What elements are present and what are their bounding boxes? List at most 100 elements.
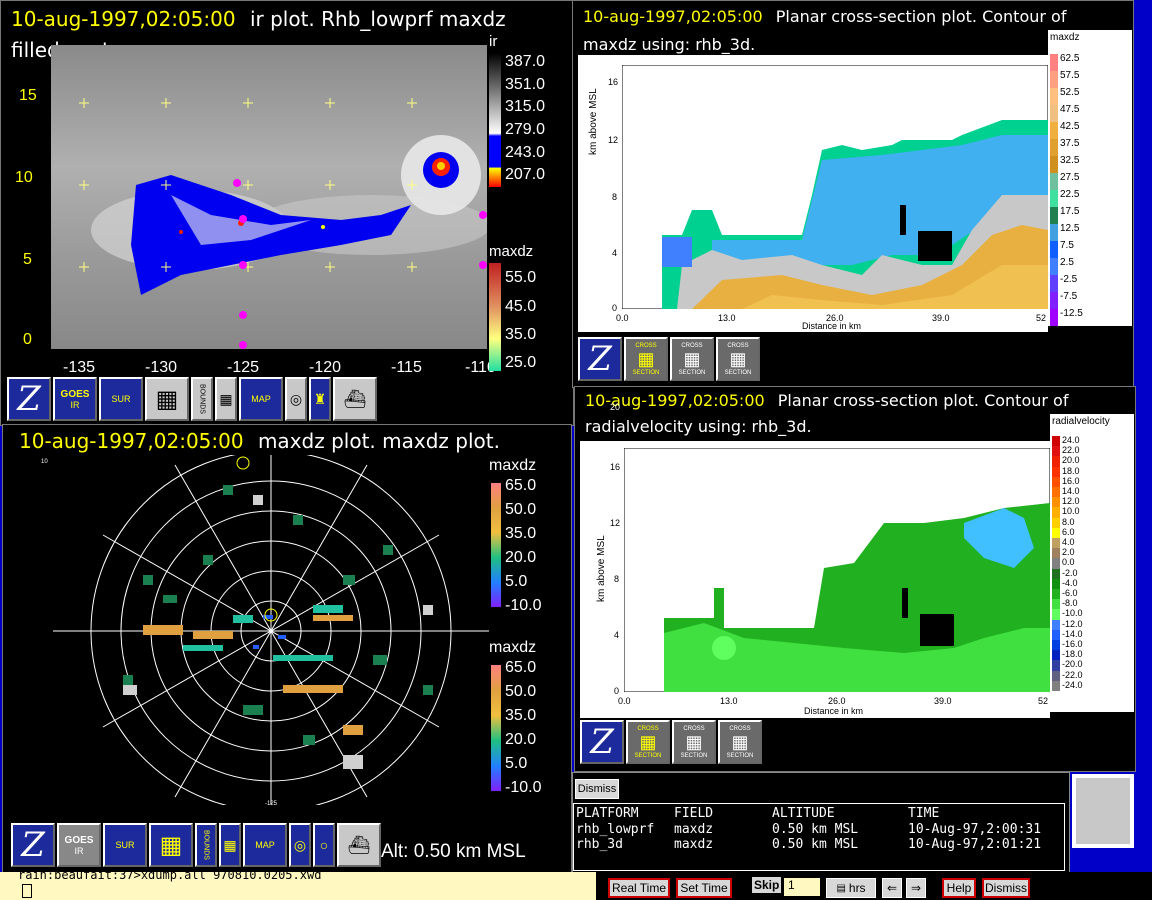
zeb-logo-button[interactable]: Z xyxy=(578,337,622,381)
legend-value: 0.0 xyxy=(1062,557,1075,568)
circle-button[interactable]: ○ xyxy=(313,823,335,867)
station-icon: ♜ xyxy=(313,390,327,407)
small-grid-icon: ▦ xyxy=(223,836,237,853)
map-button[interactable]: MAP xyxy=(239,377,283,421)
cross-section-button[interactable]: CROSS ▦ SECTION xyxy=(718,720,762,764)
cross-section-button[interactable]: CROSS ▦ SECTION xyxy=(670,337,714,381)
maxdz-title: 10-aug-1997,02:05:00 maxdz plot. maxdz p… xyxy=(19,429,500,453)
grid-button[interactable]: ▦ xyxy=(219,823,241,867)
legend-swatch xyxy=(1052,507,1060,518)
help-button[interactable]: Help xyxy=(942,878,976,898)
maxdz-legend-value: 50.0 xyxy=(505,501,537,518)
radar-rings-button[interactable]: ◎ xyxy=(285,377,307,421)
station-button[interactable]: ♜ xyxy=(309,377,331,421)
maxdz-radar-plot[interactable] xyxy=(43,455,493,805)
legend-swatch xyxy=(1050,88,1058,105)
goes-ir-button[interactable]: GOES IR xyxy=(57,823,101,867)
hrs-button[interactable]: ▤ hrs xyxy=(826,878,876,898)
legend-value: -10.0 xyxy=(1062,608,1083,619)
legend-swatch xyxy=(1050,292,1058,309)
bounds-button[interactable]: BOUNDS xyxy=(191,377,213,421)
maxdz-title-rest: maxdz plot. maxdz plot. xyxy=(257,429,500,453)
cube-icon: ▦ xyxy=(729,348,747,369)
maxdz-legend-value: 65.0 xyxy=(505,477,537,494)
zeb-logo-button[interactable]: Z xyxy=(580,720,624,764)
header-time: TIME xyxy=(908,806,940,821)
ir-legend-value: 315.0 xyxy=(505,98,546,115)
sur-label: SUR xyxy=(115,840,135,850)
section-label: SECTION xyxy=(632,369,660,376)
step-back-button[interactable]: ⇐ xyxy=(882,878,902,898)
real-time-button[interactable]: Real Time xyxy=(608,878,670,898)
maxdz-title-date: 10-aug-1997,02:05:00 xyxy=(19,429,244,453)
maxdz-legend1-title: maxdz xyxy=(489,457,537,474)
surface-button[interactable]: SUR xyxy=(99,377,143,421)
xsec1-legend: maxdz 62.5 57.5 52.5 47.5 42.5 37.5 32.5 27.5 22… xyxy=(1048,30,1132,326)
maxdz-legend1-colorbar xyxy=(491,483,501,607)
cross-section-button[interactable]: CROSS ▦ SECTION xyxy=(716,337,760,381)
legend-swatch xyxy=(1052,578,1060,589)
legend-value: -20.0 xyxy=(1062,659,1083,670)
legend-value: 7.5 xyxy=(1060,240,1074,251)
legend-value: -2.5 xyxy=(1060,274,1078,285)
section-label: SECTION xyxy=(724,369,752,376)
xsec1-title-rest: Planar cross-section plot. Contour of xyxy=(775,7,1067,26)
ship-button[interactable]: ⛴ xyxy=(333,377,377,421)
step-forward-button[interactable]: ⇒ xyxy=(906,878,926,898)
goes-ir-button[interactable]: GOES IR xyxy=(53,377,97,421)
legend-value: 37.5 xyxy=(1060,138,1080,149)
xsec2-plot-area: 20 km above MSL 16 12 8 4 0 0.0 13.0 26.… xyxy=(580,402,1050,718)
skip-value-input[interactable]: 1 xyxy=(784,878,820,896)
xsec1-contour-plot[interactable] xyxy=(622,65,1048,309)
legend-swatch xyxy=(1050,139,1058,156)
legend-value: -6.0 xyxy=(1062,588,1078,598)
xsec1-ytick: 12 xyxy=(608,135,619,145)
header-field: FIELD xyxy=(674,806,714,821)
xsec1-title-line2: maxdz using: rhb_3d. xyxy=(583,35,756,54)
legend-swatch xyxy=(1050,224,1058,241)
map-button[interactable]: MAP xyxy=(243,823,287,867)
ship-button[interactable]: ⛴ xyxy=(337,823,381,867)
maxdz-toolbar: Z GOES IR SUR ▦ BOUNDS ▦ MAP ◎ ○ ⛴ xyxy=(11,823,381,867)
xsec2-title-rest: Planar cross-section plot. Contour of xyxy=(777,391,1069,410)
row-altitude: 0.50 km MSL xyxy=(772,837,859,852)
map-label: MAP xyxy=(251,394,271,404)
maxdz-legend-value: 20.0 xyxy=(505,731,537,748)
maxdz-legend-value: 50.0 xyxy=(505,683,537,700)
info-panel: Dismiss PLATFORM FIELD ALTITUDE TIME rhb… xyxy=(572,772,1070,874)
bounds-button[interactable]: BOUNDS xyxy=(195,823,217,867)
cross-section-button-active[interactable]: CROSS ▦ SECTION xyxy=(626,720,670,764)
zeb-logo-button[interactable]: Z xyxy=(7,377,51,421)
z-logo-icon: Z xyxy=(588,339,612,379)
z-logo-icon: Z xyxy=(590,722,614,762)
ir-satellite-image[interactable] xyxy=(51,45,487,349)
xsec2-xtick: 13.0 xyxy=(720,696,738,706)
cube-icon: ▦ xyxy=(731,731,749,752)
dismiss-info-button[interactable]: Dismiss xyxy=(575,779,619,799)
surface-button[interactable]: SUR xyxy=(103,823,147,867)
cross-section-button-active[interactable]: CROSS ▦ SECTION xyxy=(624,337,668,381)
legend-swatch xyxy=(1052,629,1060,640)
zeb-logo-button[interactable]: Z xyxy=(11,823,55,867)
ir-legend-value: 279.0 xyxy=(505,121,546,138)
legend-swatch xyxy=(1052,527,1060,538)
set-time-button[interactable]: Set Time xyxy=(676,878,732,898)
legend-swatch xyxy=(1052,487,1060,498)
dismiss-button[interactable]: Dismiss xyxy=(982,878,1030,898)
row-altitude: 0.50 km MSL xyxy=(772,822,859,837)
maxdz-legend-value: 45.0 xyxy=(505,298,537,315)
grid-radar-button[interactable]: ▦ xyxy=(149,823,193,867)
legend-value: -7.5 xyxy=(1060,291,1078,302)
legend-value: 47.5 xyxy=(1060,104,1080,115)
grid-button[interactable]: ▦ xyxy=(215,377,237,421)
grid-radar-button[interactable]: ▦ xyxy=(145,377,189,421)
altitude-label: Alt: 0.50 km MSL xyxy=(381,841,526,862)
cross-section-button[interactable]: CROSS ▦ SECTION xyxy=(672,720,716,764)
header-platform: PLATFORM xyxy=(576,806,639,821)
back-arrow-icon: ⇐ xyxy=(886,881,898,895)
xsec2-contour-plot[interactable] xyxy=(624,448,1050,692)
xsec2-xtick: 0.0 xyxy=(618,696,631,706)
terminal-window[interactable]: rain:beaufait:37>xdump.all 970810.0205.x… xyxy=(0,868,596,900)
skip-label: Skip xyxy=(752,877,782,893)
radar-rings-button[interactable]: ◎ xyxy=(289,823,311,867)
